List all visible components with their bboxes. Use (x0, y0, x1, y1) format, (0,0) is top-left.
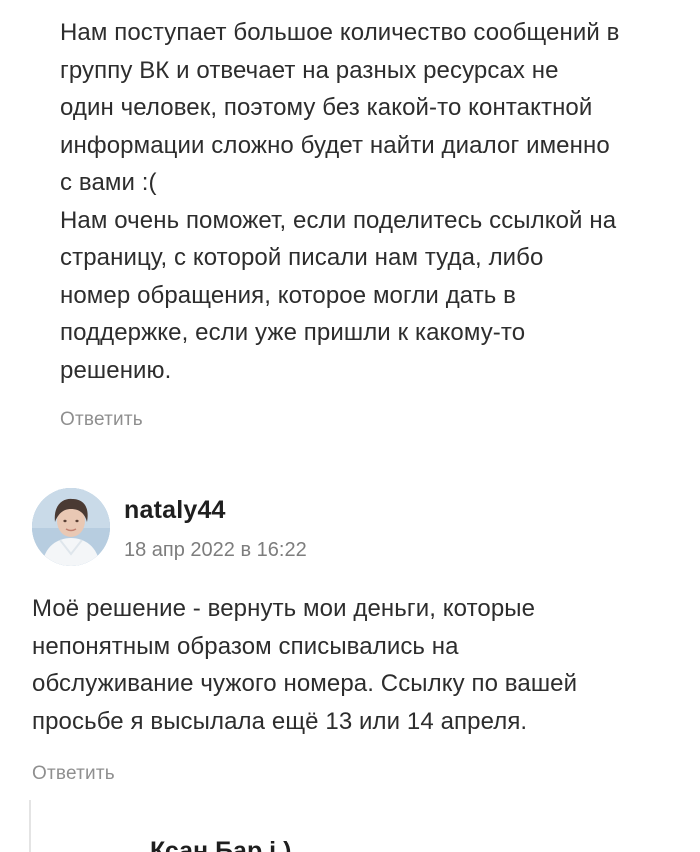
previous-reply: Нам поступает большое количество сообщен… (60, 14, 690, 430)
next-reply-author-name[interactable]: Ксан Бар і ) (150, 836, 291, 852)
thread-line (29, 800, 31, 852)
reply-button[interactable]: Ответить (32, 763, 115, 785)
avatar[interactable] (32, 488, 110, 566)
user-photo-avatar-icon (32, 488, 110, 566)
reply-text: Нам поступает большое количество сообщен… (60, 19, 620, 384)
comment-text: Моё решение - вернуть мои деньги, которы… (32, 595, 578, 735)
comment-author[interactable]: nataly44 (124, 496, 226, 525)
reply-button[interactable]: Ответить (60, 409, 143, 431)
comment-date: 18 апр 2022 в 16:22 (124, 539, 307, 561)
next-reply-author: Ксан Бар і ) (150, 836, 291, 852)
